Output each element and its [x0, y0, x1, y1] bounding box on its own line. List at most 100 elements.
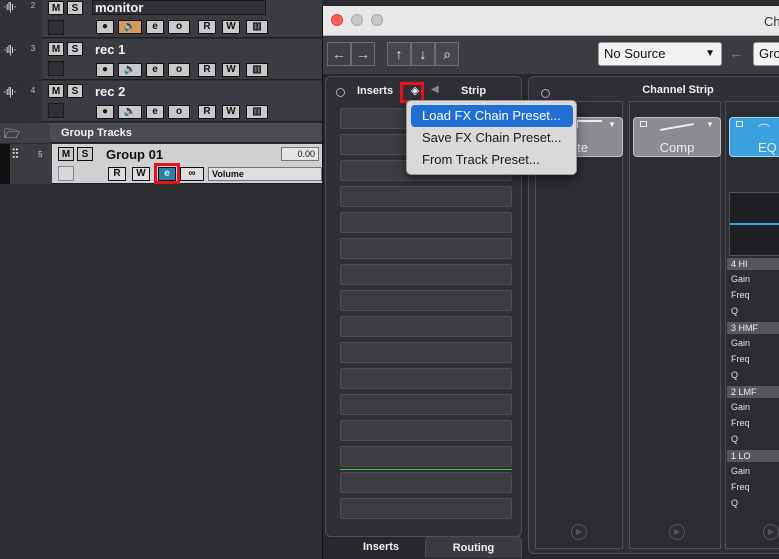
eq-band-header[interactable]: 3 HMF [727, 322, 779, 334]
record-enable-button[interactable]: ● [96, 20, 114, 34]
edit-button[interactable]: e [146, 105, 164, 119]
mute-button[interactable]: M [48, 84, 64, 98]
insert-slot[interactable] [340, 498, 512, 519]
folder-track[interactable]: 🗁 Group Tracks [0, 123, 322, 143]
track-row[interactable]: ·ıl|ı· 2 M S monitor ● 🔈 e o R W ▥ [0, 0, 322, 39]
write-button[interactable]: W [222, 20, 240, 34]
eq-param-label: Gain [731, 274, 751, 284]
zoom-window-button[interactable] [371, 14, 383, 26]
comp-module[interactable]: ▼ Comp [633, 117, 721, 157]
lane-button[interactable]: o [168, 20, 190, 34]
insert-slot[interactable] [340, 368, 512, 389]
tab-inserts-bottom[interactable]: Inserts [337, 536, 425, 558]
insert-slot[interactable] [340, 212, 512, 233]
module-bypass-icon [640, 121, 647, 127]
menu-item-save-fx-chain-preset[interactable]: Save FX Chain Preset... [411, 127, 573, 149]
volume-value[interactable]: 0.00 [281, 147, 319, 161]
mute-button[interactable]: M [58, 147, 74, 161]
insert-slot[interactable] [340, 342, 512, 363]
insert-slot[interactable] [340, 420, 512, 441]
track-color-slot[interactable] [48, 103, 64, 118]
lane-button[interactable]: o [168, 105, 190, 119]
record-enable-button[interactable]: ● [96, 63, 114, 77]
solo-button[interactable]: S [67, 1, 83, 15]
mute-button[interactable]: M [48, 1, 64, 15]
back-arrow-icon[interactable]: ← [327, 42, 351, 66]
track-number: 5 [38, 150, 43, 159]
track-number: 2 [30, 1, 36, 10]
track-name: rec 1 [95, 42, 126, 57]
menu-item-load-fx-chain-preset[interactable]: Load FX Chain Preset... [411, 105, 573, 127]
module-bypass-icon [736, 121, 743, 127]
menu-item-from-track-preset[interactable]: From Track Preset... [411, 149, 573, 171]
insert-slot[interactable] [340, 238, 512, 259]
record-enable-button[interactable]: ● [96, 105, 114, 119]
link-button[interactable]: ∞ [180, 167, 204, 181]
fx-chain-context-menu: Load FX Chain Preset... Save FX Chain Pr… [406, 100, 577, 175]
eq-band-header[interactable]: 1 LO [727, 450, 779, 462]
track-color-slot[interactable] [48, 20, 64, 35]
eq-band-header[interactable]: 4 HI [727, 258, 779, 270]
track-color-slot[interactable] [58, 166, 74, 181]
audio-track-icon: ·ıl|ı· [0, 81, 24, 122]
up-arrow-icon[interactable]: ↑ [387, 42, 411, 66]
target-select[interactable]: Gro [753, 42, 779, 66]
insert-slot[interactable] [340, 472, 512, 493]
monitor-button[interactable]: 🔈 [118, 20, 142, 34]
eq-curve-icon: ⌒ [758, 123, 771, 137]
tab-strip[interactable]: Strip [461, 85, 486, 97]
eq-band-header[interactable]: 2 LMF [727, 386, 779, 398]
edit-button[interactable]: e [146, 63, 164, 77]
search-icon[interactable]: ⌕ [435, 42, 459, 66]
more-button[interactable]: ▥ [246, 63, 268, 77]
close-window-button[interactable] [331, 14, 343, 26]
down-arrow-icon[interactable]: ↓ [411, 42, 435, 66]
track-row[interactable]: ·ıl|ı· 4 M S rec 2 ● 🔈 e o R W ▥ [0, 81, 322, 122]
insert-slot[interactable] [340, 446, 512, 467]
eq-module[interactable]: ⌒ EQ [729, 117, 779, 157]
strip-bypass-icon[interactable] [541, 89, 550, 98]
monitor-button[interactable]: 🔈 [118, 105, 142, 119]
eq-param-label: Gain [731, 466, 751, 476]
more-button[interactable]: ▥ [246, 105, 268, 119]
source-select-value: No Source [604, 46, 666, 61]
eq-sidechain-icon[interactable]: ▶ [763, 524, 779, 540]
forward-arrow-icon[interactable]: → [351, 42, 375, 66]
insert-slot[interactable] [340, 290, 512, 311]
track-row[interactable]: ·ıl|ı· 3 M S rec 1 ● 🔈 e o R W ▥ [0, 39, 322, 80]
source-select[interactable]: No Source ▼ [598, 42, 722, 66]
back-arrow-icon[interactable]: ← [729, 45, 743, 61]
solo-button[interactable]: S [67, 84, 83, 98]
lane-button[interactable]: o [168, 63, 190, 77]
inserts-bypass-icon[interactable] [336, 88, 345, 97]
write-button[interactable]: W [132, 167, 150, 181]
automation-parameter-select[interactable]: Volume [208, 167, 322, 181]
monitor-button[interactable]: 🔈 [118, 63, 142, 77]
edit-button[interactable]: e [146, 20, 164, 34]
read-button[interactable]: R [198, 63, 216, 77]
mute-button[interactable]: M [48, 42, 64, 56]
insert-slot[interactable] [340, 186, 512, 207]
more-button[interactable]: ▥ [246, 20, 268, 34]
minimize-window-button[interactable] [351, 14, 363, 26]
audio-track-icon: ·ıl|ı· [0, 39, 24, 80]
insert-slot[interactable] [340, 316, 512, 337]
insert-slot[interactable] [340, 394, 512, 415]
comp-sidechain-icon[interactable]: ▶ [669, 524, 685, 540]
gate-sidechain-icon[interactable]: ▶ [571, 524, 587, 540]
tab-routing[interactable]: Routing [425, 536, 522, 558]
window-titlebar[interactable]: Ch [323, 6, 779, 36]
insert-slot[interactable] [340, 264, 512, 285]
write-button[interactable]: W [222, 63, 240, 77]
speaker-icon[interactable]: ◀ [431, 84, 439, 95]
tab-inserts[interactable]: Inserts [357, 85, 393, 97]
eq-curve-display[interactable] [729, 192, 779, 256]
solo-button[interactable]: S [67, 42, 83, 56]
track-name: Group 01 [106, 147, 164, 162]
write-button[interactable]: W [222, 105, 240, 119]
track-color-slot[interactable] [48, 61, 64, 76]
read-button[interactable]: R [198, 20, 216, 34]
solo-button[interactable]: S [77, 147, 93, 161]
read-button[interactable]: R [198, 105, 216, 119]
read-button[interactable]: R [108, 167, 126, 181]
